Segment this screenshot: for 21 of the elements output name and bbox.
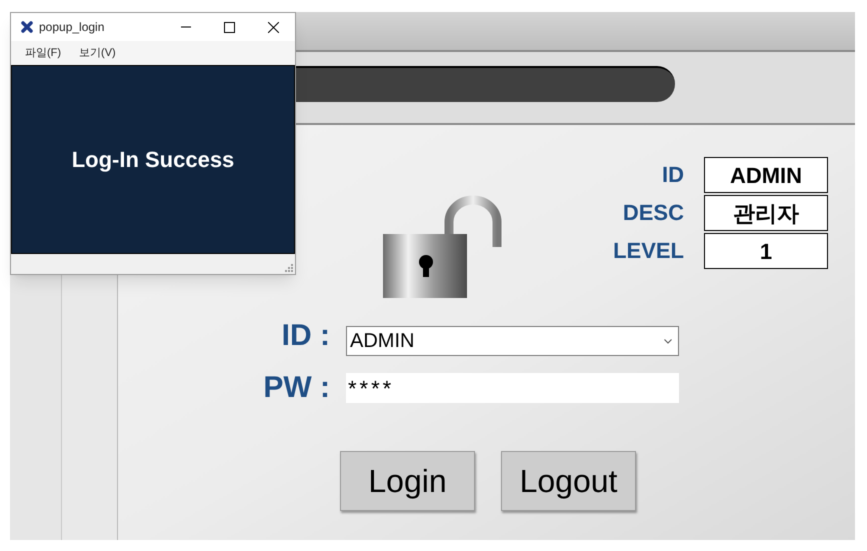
- info-value: ADMIN: [704, 157, 828, 193]
- id-label: ID :: [280, 321, 330, 351]
- success-message: Log-In Success: [72, 146, 234, 174]
- menu-item[interactable]: 보기(V): [79, 44, 116, 62]
- info-value: 1: [704, 233, 828, 269]
- action-button[interactable]: Login: [340, 451, 475, 511]
- resize-grip-icon[interactable]: [285, 264, 293, 272]
- password-field[interactable]: ****: [346, 373, 679, 403]
- action-button[interactable]: Logout: [501, 451, 636, 511]
- pw-label: PW :: [262, 373, 330, 403]
- info-label: LEVEL: [613, 237, 684, 265]
- info-value: 관리자: [704, 195, 828, 231]
- x-logo-icon: [21, 21, 33, 33]
- info-label: DESC: [622, 199, 684, 227]
- id-dropdown[interactable]: ADMIN: [346, 326, 679, 356]
- maximize-icon[interactable]: [224, 22, 235, 32]
- menu-item[interactable]: 파일(F): [25, 44, 62, 62]
- info-label: ID: [661, 161, 684, 189]
- close-icon[interactable]: [268, 22, 279, 32]
- window-title: popup_login: [39, 19, 104, 36]
- chevron-down-icon[interactable]: [664, 338, 672, 344]
